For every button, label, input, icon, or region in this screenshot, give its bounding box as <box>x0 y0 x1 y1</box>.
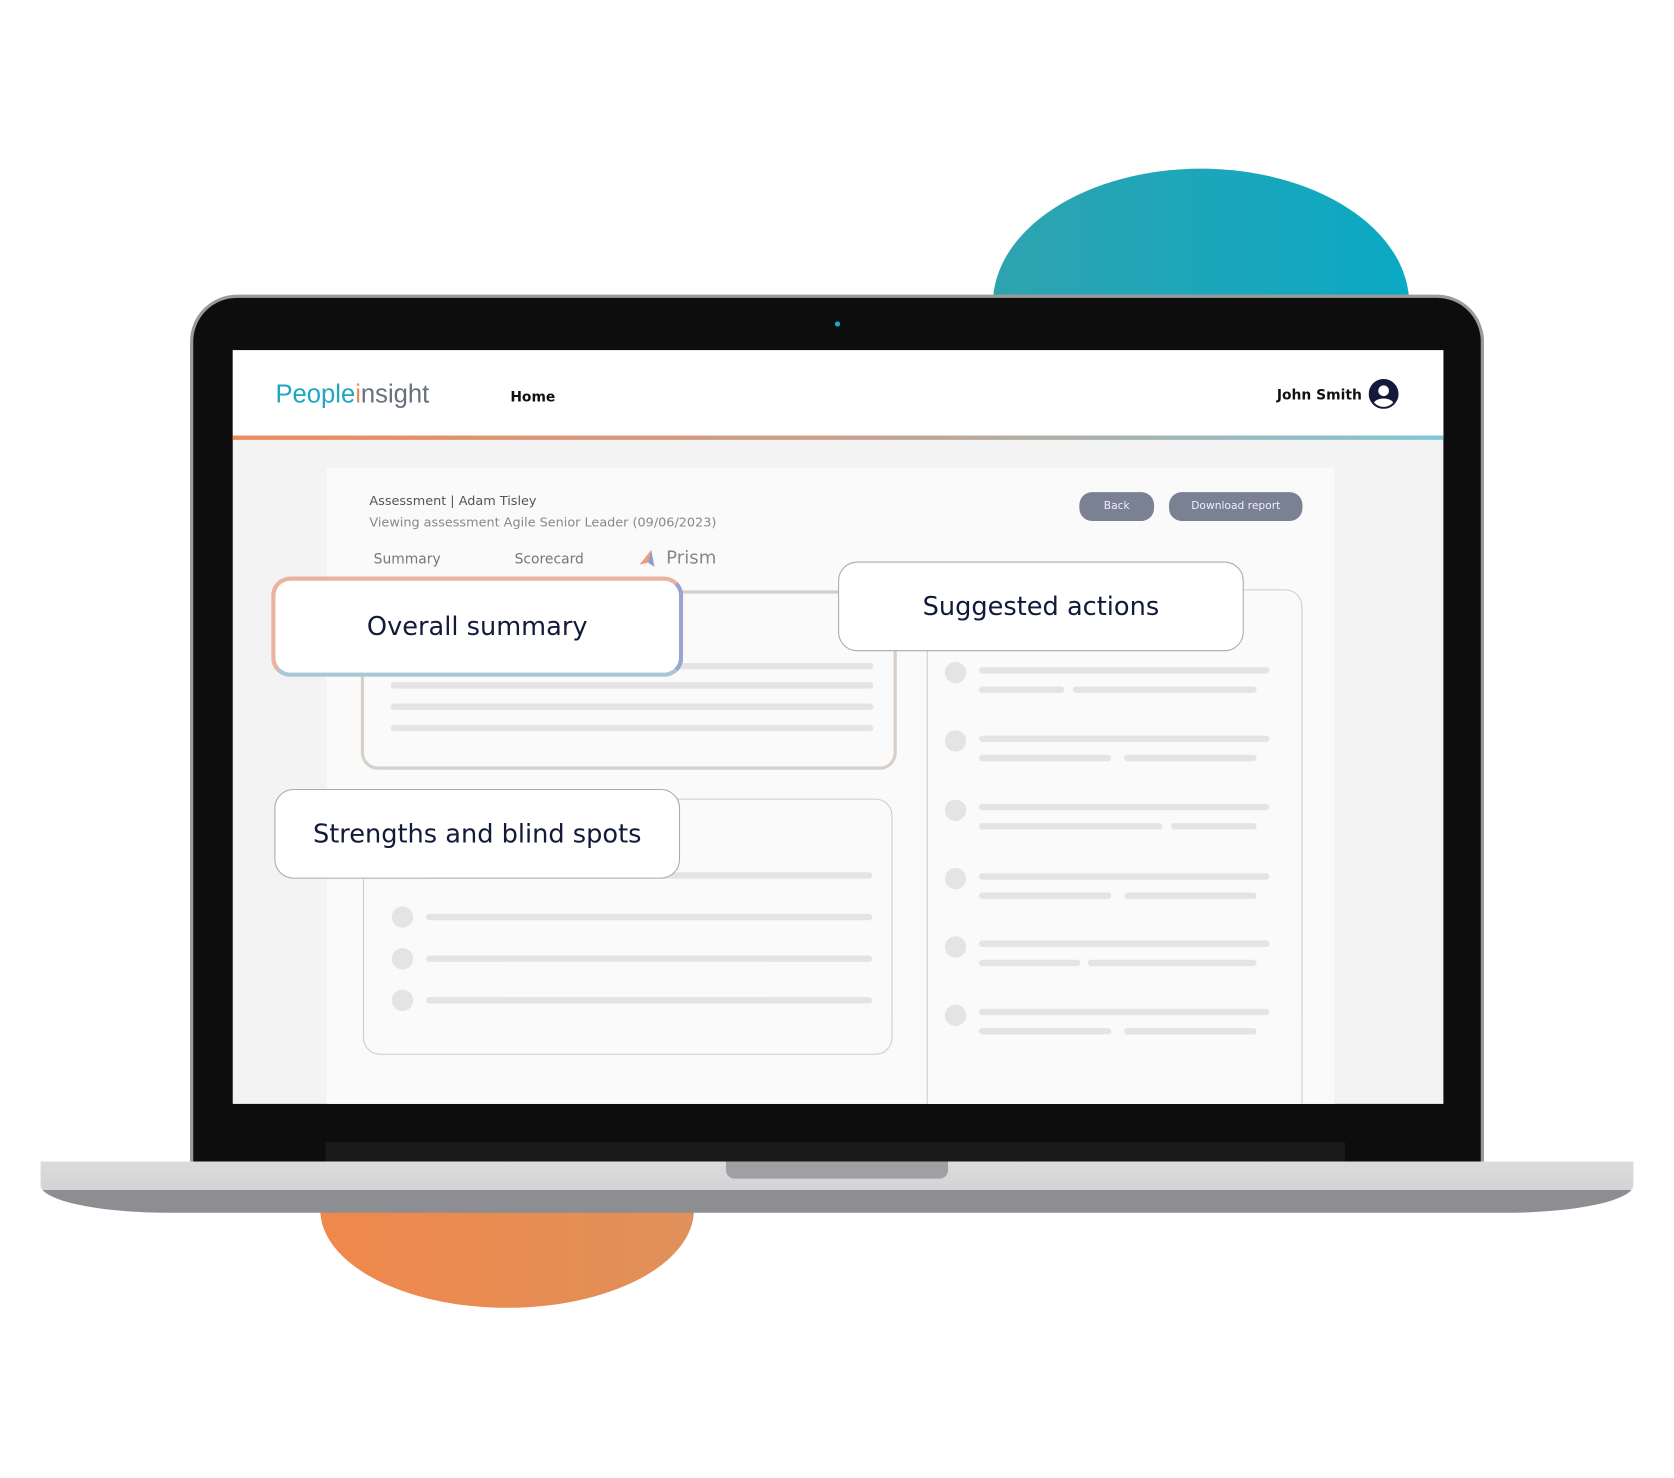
back-button[interactable]: Back <box>1079 492 1155 521</box>
tab-scorecard[interactable]: Scorecard <box>515 552 584 568</box>
logo[interactable]: Peopleinsight <box>275 380 429 410</box>
app-screen: Peopleinsight Home John Smith Assessment… <box>232 350 1444 1104</box>
prism-icon <box>639 549 655 567</box>
page-subtitle: Viewing assessment Agile Senior Leader (… <box>369 514 717 530</box>
tab-prism[interactable]: Prism <box>638 548 716 569</box>
strengths-blind-spots-callout: Strengths and blind spots <box>274 788 681 879</box>
user-name[interactable]: John Smith <box>1277 388 1362 404</box>
logo-text-rest: nsight <box>360 380 430 409</box>
download-report-button[interactable]: Download report <box>1169 492 1303 521</box>
logo-text: People <box>275 380 356 409</box>
camera-icon <box>834 321 841 327</box>
tab-summary[interactable]: Summary <box>374 552 441 568</box>
app-header: Peopleinsight Home John Smith <box>232 350 1444 436</box>
overall-summary-callout: Overall summary <box>271 576 684 677</box>
nav-home[interactable]: Home <box>510 390 555 406</box>
suggested-actions-card <box>926 589 1303 1104</box>
laptop-hinge <box>325 1142 1346 1162</box>
header-divider <box>232 435 1444 440</box>
tab-prism-label: Prism <box>666 547 717 570</box>
user-avatar-icon[interactable] <box>1368 378 1399 409</box>
decorative-teal-shape <box>992 168 1410 308</box>
breadcrumb: Assessment | Adam Tisley <box>369 493 537 509</box>
laptop-notch <box>725 1161 949 1179</box>
suggested-actions-callout: Suggested actions <box>838 561 1244 652</box>
